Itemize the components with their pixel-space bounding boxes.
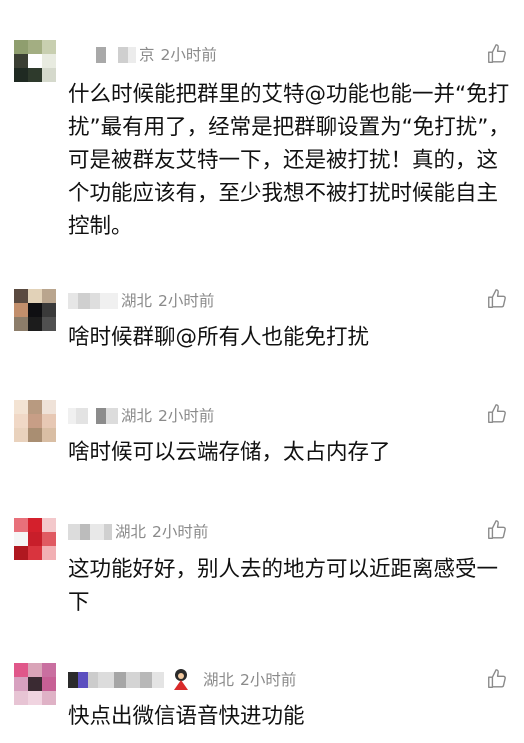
thumbs-up-icon[interactable] bbox=[486, 519, 508, 541]
username-blurred[interactable] bbox=[68, 42, 136, 68]
thumbs-up-icon[interactable] bbox=[486, 43, 508, 65]
comment-time: 2小时前 bbox=[160, 46, 217, 64]
comment-text: 快点出微信语音快进功能 bbox=[68, 704, 305, 729]
comment-meta: 湖北 2小时前 bbox=[68, 403, 214, 429]
avatar[interactable] bbox=[14, 518, 56, 560]
username-blurred[interactable] bbox=[68, 519, 112, 545]
comment-time: 2小时前 bbox=[240, 671, 297, 689]
comment-time: 2小时前 bbox=[152, 523, 209, 541]
avatar[interactable] bbox=[14, 40, 56, 82]
comment-text: 啥时候可以云端存储，太占内存了 bbox=[68, 440, 391, 465]
comment-time: 2小时前 bbox=[158, 407, 215, 425]
avatar[interactable] bbox=[14, 400, 56, 442]
character-sticker-icon bbox=[174, 669, 188, 690]
comment-text: 这功能好好，别人去的地方可以近距离感受一下 bbox=[68, 557, 499, 615]
thumbs-up-icon[interactable] bbox=[486, 288, 508, 310]
thumbs-up-icon[interactable] bbox=[486, 668, 508, 690]
comment-time: 2小时前 bbox=[158, 292, 215, 310]
username-blurred[interactable] bbox=[68, 288, 118, 314]
comment-text: 什么时候能把群里的艾特@功能也能一并“免打扰”最有用了，经常是把群聊设置为“免打… bbox=[68, 82, 510, 239]
comment-location: 湖北 bbox=[121, 292, 153, 310]
comment-location: 湖北 bbox=[203, 671, 235, 689]
comment-meta: 湖北 2小时前 bbox=[68, 519, 208, 545]
username-blurred[interactable] bbox=[68, 667, 200, 693]
comment-meta: 湖北 2小时前 bbox=[68, 667, 296, 693]
avatar[interactable] bbox=[14, 663, 56, 705]
comment-location: 湖北 bbox=[115, 523, 147, 541]
comment-location: 湖北 bbox=[121, 407, 153, 425]
comment-location: 京 bbox=[139, 46, 155, 64]
thumbs-up-icon[interactable] bbox=[486, 403, 508, 425]
comment-meta: 京 2小时前 bbox=[68, 42, 217, 68]
username-blurred[interactable] bbox=[68, 403, 118, 429]
avatar[interactable] bbox=[14, 289, 56, 331]
comment-text: 啥时候群聊@所有人也能免打扰 bbox=[68, 325, 370, 350]
comment-meta: 湖北 2小时前 bbox=[68, 288, 214, 314]
